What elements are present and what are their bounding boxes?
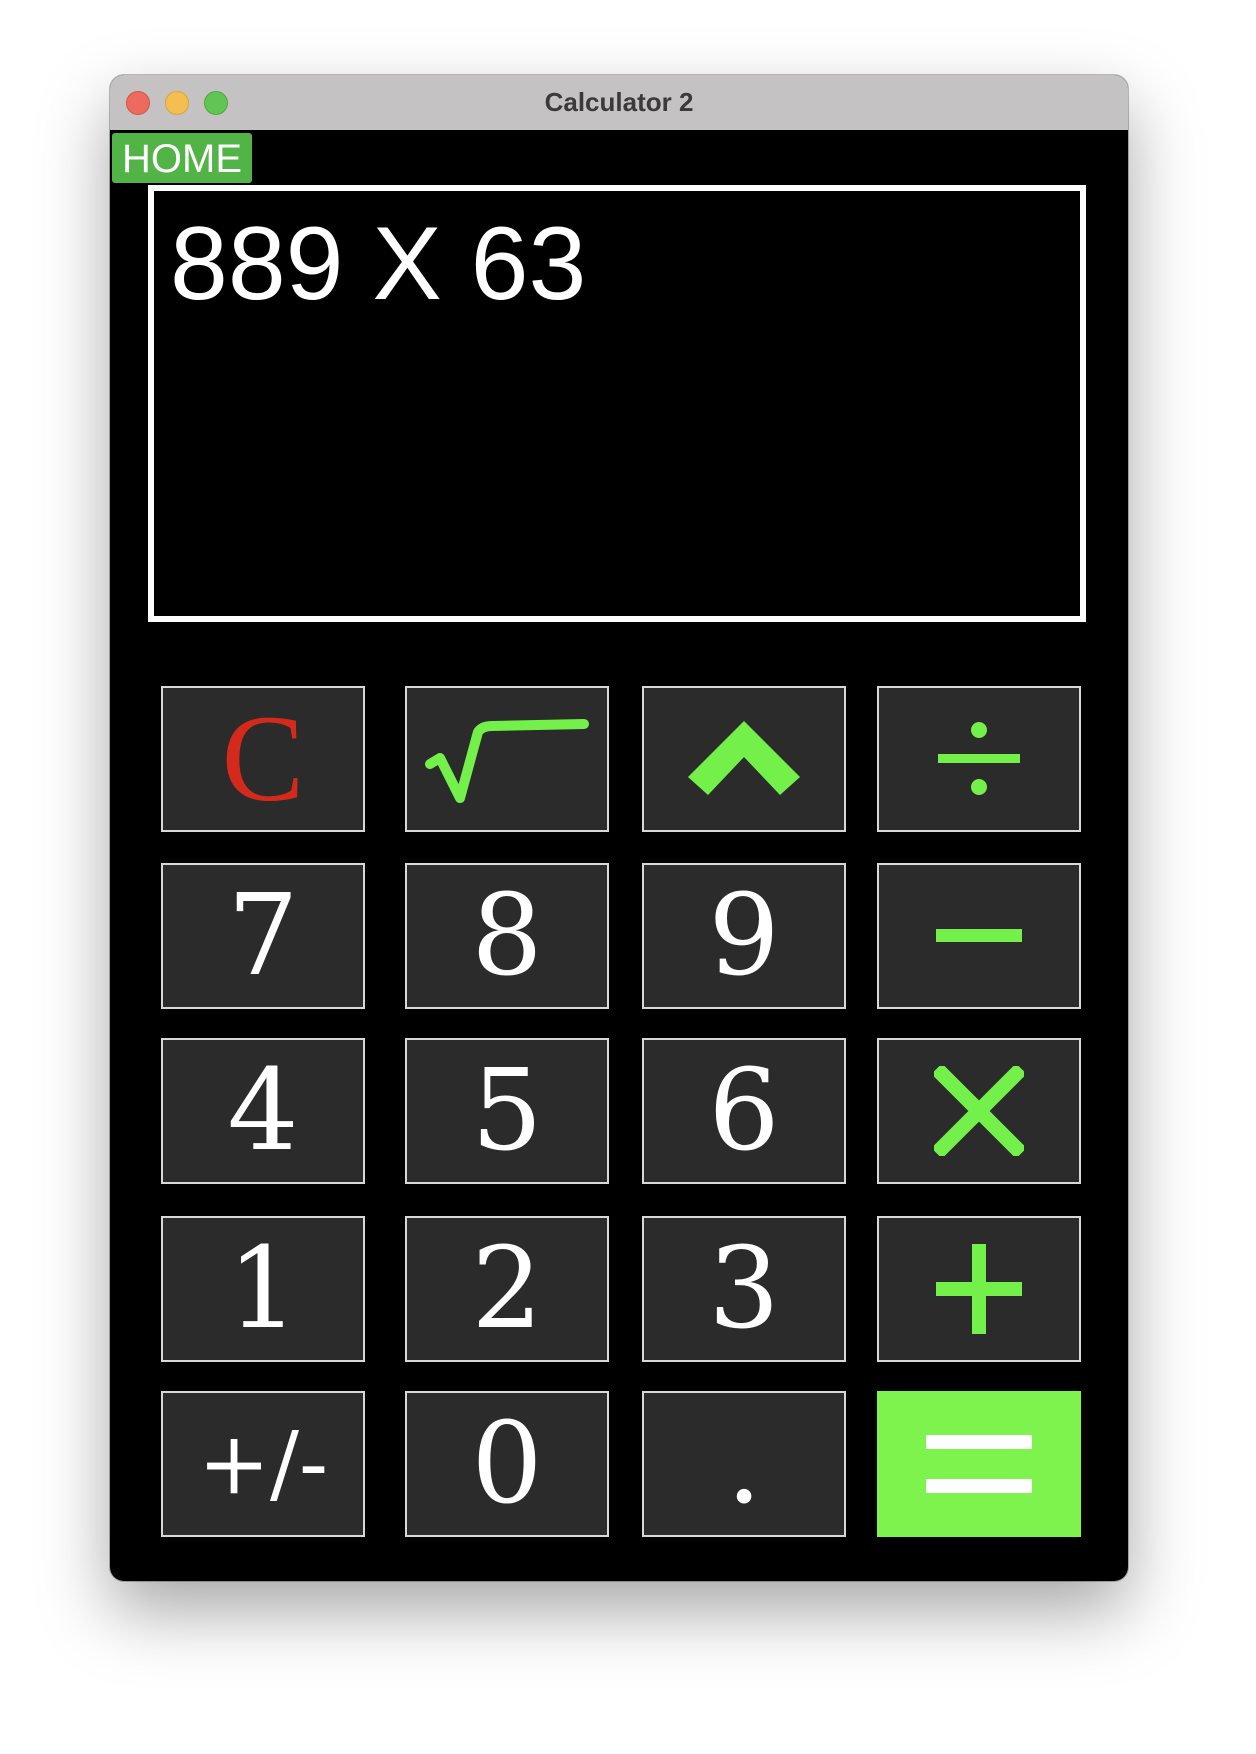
negate-button[interactable]: +/-: [161, 1391, 365, 1537]
digit-6-button[interactable]: 6: [642, 1038, 846, 1184]
title-bar: Calculator 2: [110, 75, 1128, 130]
power-button[interactable]: [642, 686, 846, 832]
digit-5-label: 5: [471, 1046, 543, 1176]
decimal-point-button[interactable]: .: [642, 1391, 846, 1537]
digit-0-label: 0: [471, 1399, 543, 1529]
divide-button[interactable]: [877, 686, 1081, 832]
digit-5-button[interactable]: 5: [405, 1038, 609, 1184]
digit-1-button[interactable]: 1: [161, 1216, 365, 1362]
negate-label: +/-: [197, 1414, 329, 1514]
calculator-display: 889 X 63: [148, 185, 1086, 622]
square-root-button[interactable]: [405, 686, 609, 832]
clear-button[interactable]: C: [161, 686, 365, 832]
digit-9-label: 9: [708, 871, 780, 1001]
decimal-point-label: .: [726, 1399, 762, 1529]
digit-7-label: 7: [227, 871, 299, 1001]
plus-button[interactable]: [877, 1216, 1081, 1362]
digit-0-button[interactable]: 0: [405, 1391, 609, 1537]
multiply-icon: [934, 1066, 1024, 1156]
display-expression: 889 X 63: [170, 206, 587, 322]
home-button[interactable]: HOME: [112, 133, 252, 183]
digit-6-label: 6: [708, 1046, 780, 1176]
plus-icon: [936, 1244, 1022, 1334]
calculator-window: Calculator 2 HOME 889 X 63 C 7 8 9 4 5 6…: [110, 75, 1128, 1581]
digit-3-button[interactable]: 3: [642, 1216, 846, 1362]
equals-button[interactable]: [877, 1391, 1081, 1537]
caret-up-icon: [688, 721, 800, 795]
digit-2-button[interactable]: 2: [405, 1216, 609, 1362]
sqrt-icon: [425, 719, 589, 803]
multiply-button[interactable]: [877, 1038, 1081, 1184]
digit-8-label: 8: [471, 871, 543, 1001]
digit-7-button[interactable]: 7: [161, 863, 365, 1009]
minus-button[interactable]: [877, 863, 1081, 1009]
digit-8-button[interactable]: 8: [405, 863, 609, 1009]
digit-3-label: 3: [708, 1224, 780, 1354]
equals-icon: [926, 1435, 1032, 1493]
clear-label: C: [221, 690, 305, 827]
window-title: Calculator 2: [544, 87, 694, 117]
divide-icon: [938, 722, 1020, 795]
digit-4-label: 4: [227, 1046, 299, 1176]
digit-2-label: 2: [471, 1224, 543, 1354]
minus-icon: [936, 929, 1022, 942]
digit-9-button[interactable]: 9: [642, 863, 846, 1009]
digit-4-button[interactable]: 4: [161, 1038, 365, 1184]
digit-1-label: 1: [227, 1224, 299, 1354]
